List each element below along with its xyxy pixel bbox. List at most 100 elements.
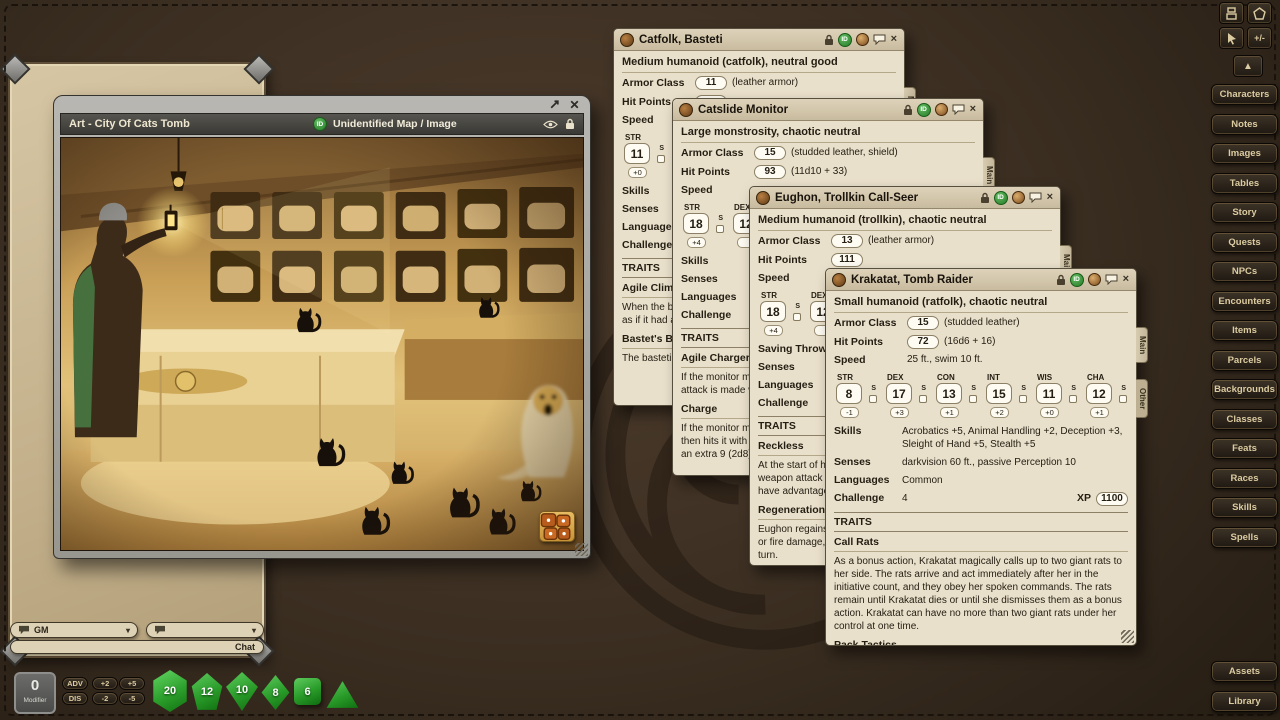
preview-eye-icon[interactable] — [543, 120, 558, 129]
tab-other[interactable]: Other — [1136, 379, 1148, 418]
art-window[interactable]: Art - City Of Cats Tomb ID Unidentified … — [53, 95, 591, 559]
close-icon[interactable]: × — [1122, 274, 1130, 285]
plus-minus-button[interactable]: +/- — [1247, 27, 1272, 49]
pointer-button[interactable] — [1219, 27, 1244, 49]
ability-modifier[interactable]: +1 — [940, 407, 959, 418]
lock-icon[interactable] — [824, 34, 834, 46]
sidebar-item-parcels[interactable]: Parcels — [1211, 350, 1278, 371]
maximize-icon[interactable] — [549, 99, 560, 110]
lock-icon[interactable] — [980, 192, 990, 204]
chat-bubble-icon[interactable] — [1105, 274, 1118, 285]
sidebar-item-images[interactable]: Images — [1211, 143, 1278, 164]
ability-modifier[interactable]: +0 — [628, 167, 647, 178]
ability-score[interactable]: 18 — [683, 213, 709, 234]
save-checkbox[interactable] — [1119, 395, 1127, 403]
ability-score[interactable]: 11 — [1036, 383, 1062, 404]
disadvantage-button[interactable]: DIS — [62, 692, 88, 705]
window-titlebar[interactable]: Krakatat, Tomb Raider ID × — [826, 269, 1136, 291]
dice-drop-button[interactable] — [539, 511, 575, 542]
ability-modifier[interactable]: +2 — [990, 407, 1009, 418]
sidebar-item-quests[interactable]: Quests — [1211, 232, 1278, 253]
ability-modifier[interactable]: +1 — [1090, 407, 1109, 418]
npc-window-krakatat[interactable]: Krakatat, Tomb Raider ID × Small humanoi… — [825, 268, 1137, 646]
save-checkbox[interactable] — [869, 395, 877, 403]
portrait-icon[interactable] — [1012, 191, 1025, 204]
plus-5-button[interactable]: +5 — [119, 677, 145, 690]
sidebar-item-backgrounds[interactable]: Backgrounds — [1211, 379, 1278, 400]
lock-icon[interactable] — [565, 118, 575, 130]
sidebar-item-encounters[interactable]: Encounters — [1211, 291, 1278, 312]
window-titlebar[interactable]: Catfolk, Basteti ID × — [614, 29, 904, 51]
collapse-panel-button[interactable]: ▲ — [1233, 55, 1263, 77]
gm-identity-dropdown[interactable]: GM ▾ — [10, 622, 138, 638]
sidebar-item-library[interactable]: Library — [1211, 691, 1278, 712]
tomb-art-image[interactable] — [60, 137, 584, 551]
xp-value[interactable]: 1100 — [1096, 492, 1128, 506]
close-icon[interactable]: × — [969, 104, 977, 115]
sidebar-item-npcs[interactable]: NPCs — [1211, 261, 1278, 282]
chat-mode-dropdown[interactable]: ▾ — [146, 622, 264, 638]
chat-input[interactable]: Chat — [10, 640, 264, 654]
sidebar-item-story[interactable]: Story — [1211, 202, 1278, 223]
sidebar-item-classes[interactable]: Classes — [1211, 409, 1278, 430]
lock-icon[interactable] — [903, 104, 913, 116]
close-icon[interactable]: × — [890, 34, 898, 45]
portrait-icon[interactable] — [935, 103, 948, 116]
save-checkbox[interactable] — [716, 225, 724, 233]
d20-die[interactable]: 20 — [151, 670, 189, 712]
id-badge[interactable]: ID — [1070, 273, 1084, 287]
ability-modifier[interactable]: +4 — [764, 325, 783, 336]
dice-selection-button[interactable] — [1247, 2, 1272, 24]
portrait-icon[interactable] — [1088, 273, 1101, 286]
armor-class-value[interactable]: 13 — [831, 234, 863, 248]
ability-modifier[interactable]: +0 — [1040, 407, 1059, 418]
minus-2-button[interactable]: -2 — [92, 692, 118, 705]
d12-die[interactable]: 12 — [190, 673, 224, 711]
modifier-box[interactable]: 0 Modifier — [14, 672, 56, 714]
radial-dial-icon[interactable] — [679, 103, 693, 117]
save-checkbox[interactable] — [657, 155, 665, 163]
sidebar-item-races[interactable]: Races — [1211, 468, 1278, 489]
armor-class-value[interactable]: 11 — [695, 76, 727, 90]
speed-value[interactable]: 25 ft., swim 10 ft. — [907, 354, 983, 365]
hit-points-value[interactable]: 72 — [907, 335, 939, 349]
save-checkbox[interactable] — [1069, 395, 1077, 403]
d10-die[interactable]: 10 — [225, 672, 259, 711]
lock-icon[interactable] — [1056, 274, 1066, 286]
id-badge[interactable]: ID — [917, 103, 931, 117]
resize-grip[interactable] — [1121, 630, 1134, 643]
close-icon[interactable]: × — [1046, 192, 1054, 203]
window-titlebar[interactable]: Eughon, Trollkin Call-Seer ID × — [750, 187, 1060, 209]
save-checkbox[interactable] — [1019, 395, 1027, 403]
id-badge[interactable]: ID — [313, 117, 327, 131]
chat-bubble-icon[interactable] — [873, 34, 886, 45]
ability-modifier[interactable]: +4 — [687, 237, 706, 248]
sidebar-item-tables[interactable]: Tables — [1211, 173, 1278, 194]
save-checkbox[interactable] — [969, 395, 977, 403]
id-badge[interactable]: ID — [994, 191, 1008, 205]
chat-bubble-icon[interactable] — [952, 104, 965, 115]
radial-dial-icon[interactable] — [832, 273, 846, 287]
ability-score[interactable]: 15 — [986, 383, 1012, 404]
ability-score[interactable]: 17 — [886, 383, 912, 404]
radial-dial-icon[interactable] — [756, 191, 770, 205]
sidebar-item-items[interactable]: Items — [1211, 320, 1278, 341]
advantage-button[interactable]: ADV — [62, 677, 88, 690]
minus-5-button[interactable]: -5 — [119, 692, 145, 705]
close-icon[interactable] — [569, 99, 580, 110]
d8-die[interactable]: 8 — [260, 675, 291, 710]
ability-score[interactable]: 12 — [1086, 383, 1112, 404]
dice-tower-button[interactable] — [1219, 2, 1244, 24]
d4-die[interactable] — [326, 680, 359, 709]
ability-modifier[interactable]: -1 — [840, 407, 859, 418]
sidebar-item-spells[interactable]: Spells — [1211, 527, 1278, 548]
ability-modifier[interactable]: +3 — [890, 407, 909, 418]
resize-grip[interactable] — [575, 543, 588, 556]
sidebar-item-assets[interactable]: Assets — [1211, 661, 1278, 682]
window-titlebar[interactable]: Catslide Monitor ID × — [673, 99, 983, 121]
portrait-icon[interactable] — [856, 33, 869, 46]
plus-2-button[interactable]: +2 — [92, 677, 118, 690]
armor-class-value[interactable]: 15 — [907, 316, 939, 330]
hit-points-value[interactable]: 111 — [831, 253, 863, 267]
sidebar-item-skills[interactable]: Skills — [1211, 497, 1278, 518]
